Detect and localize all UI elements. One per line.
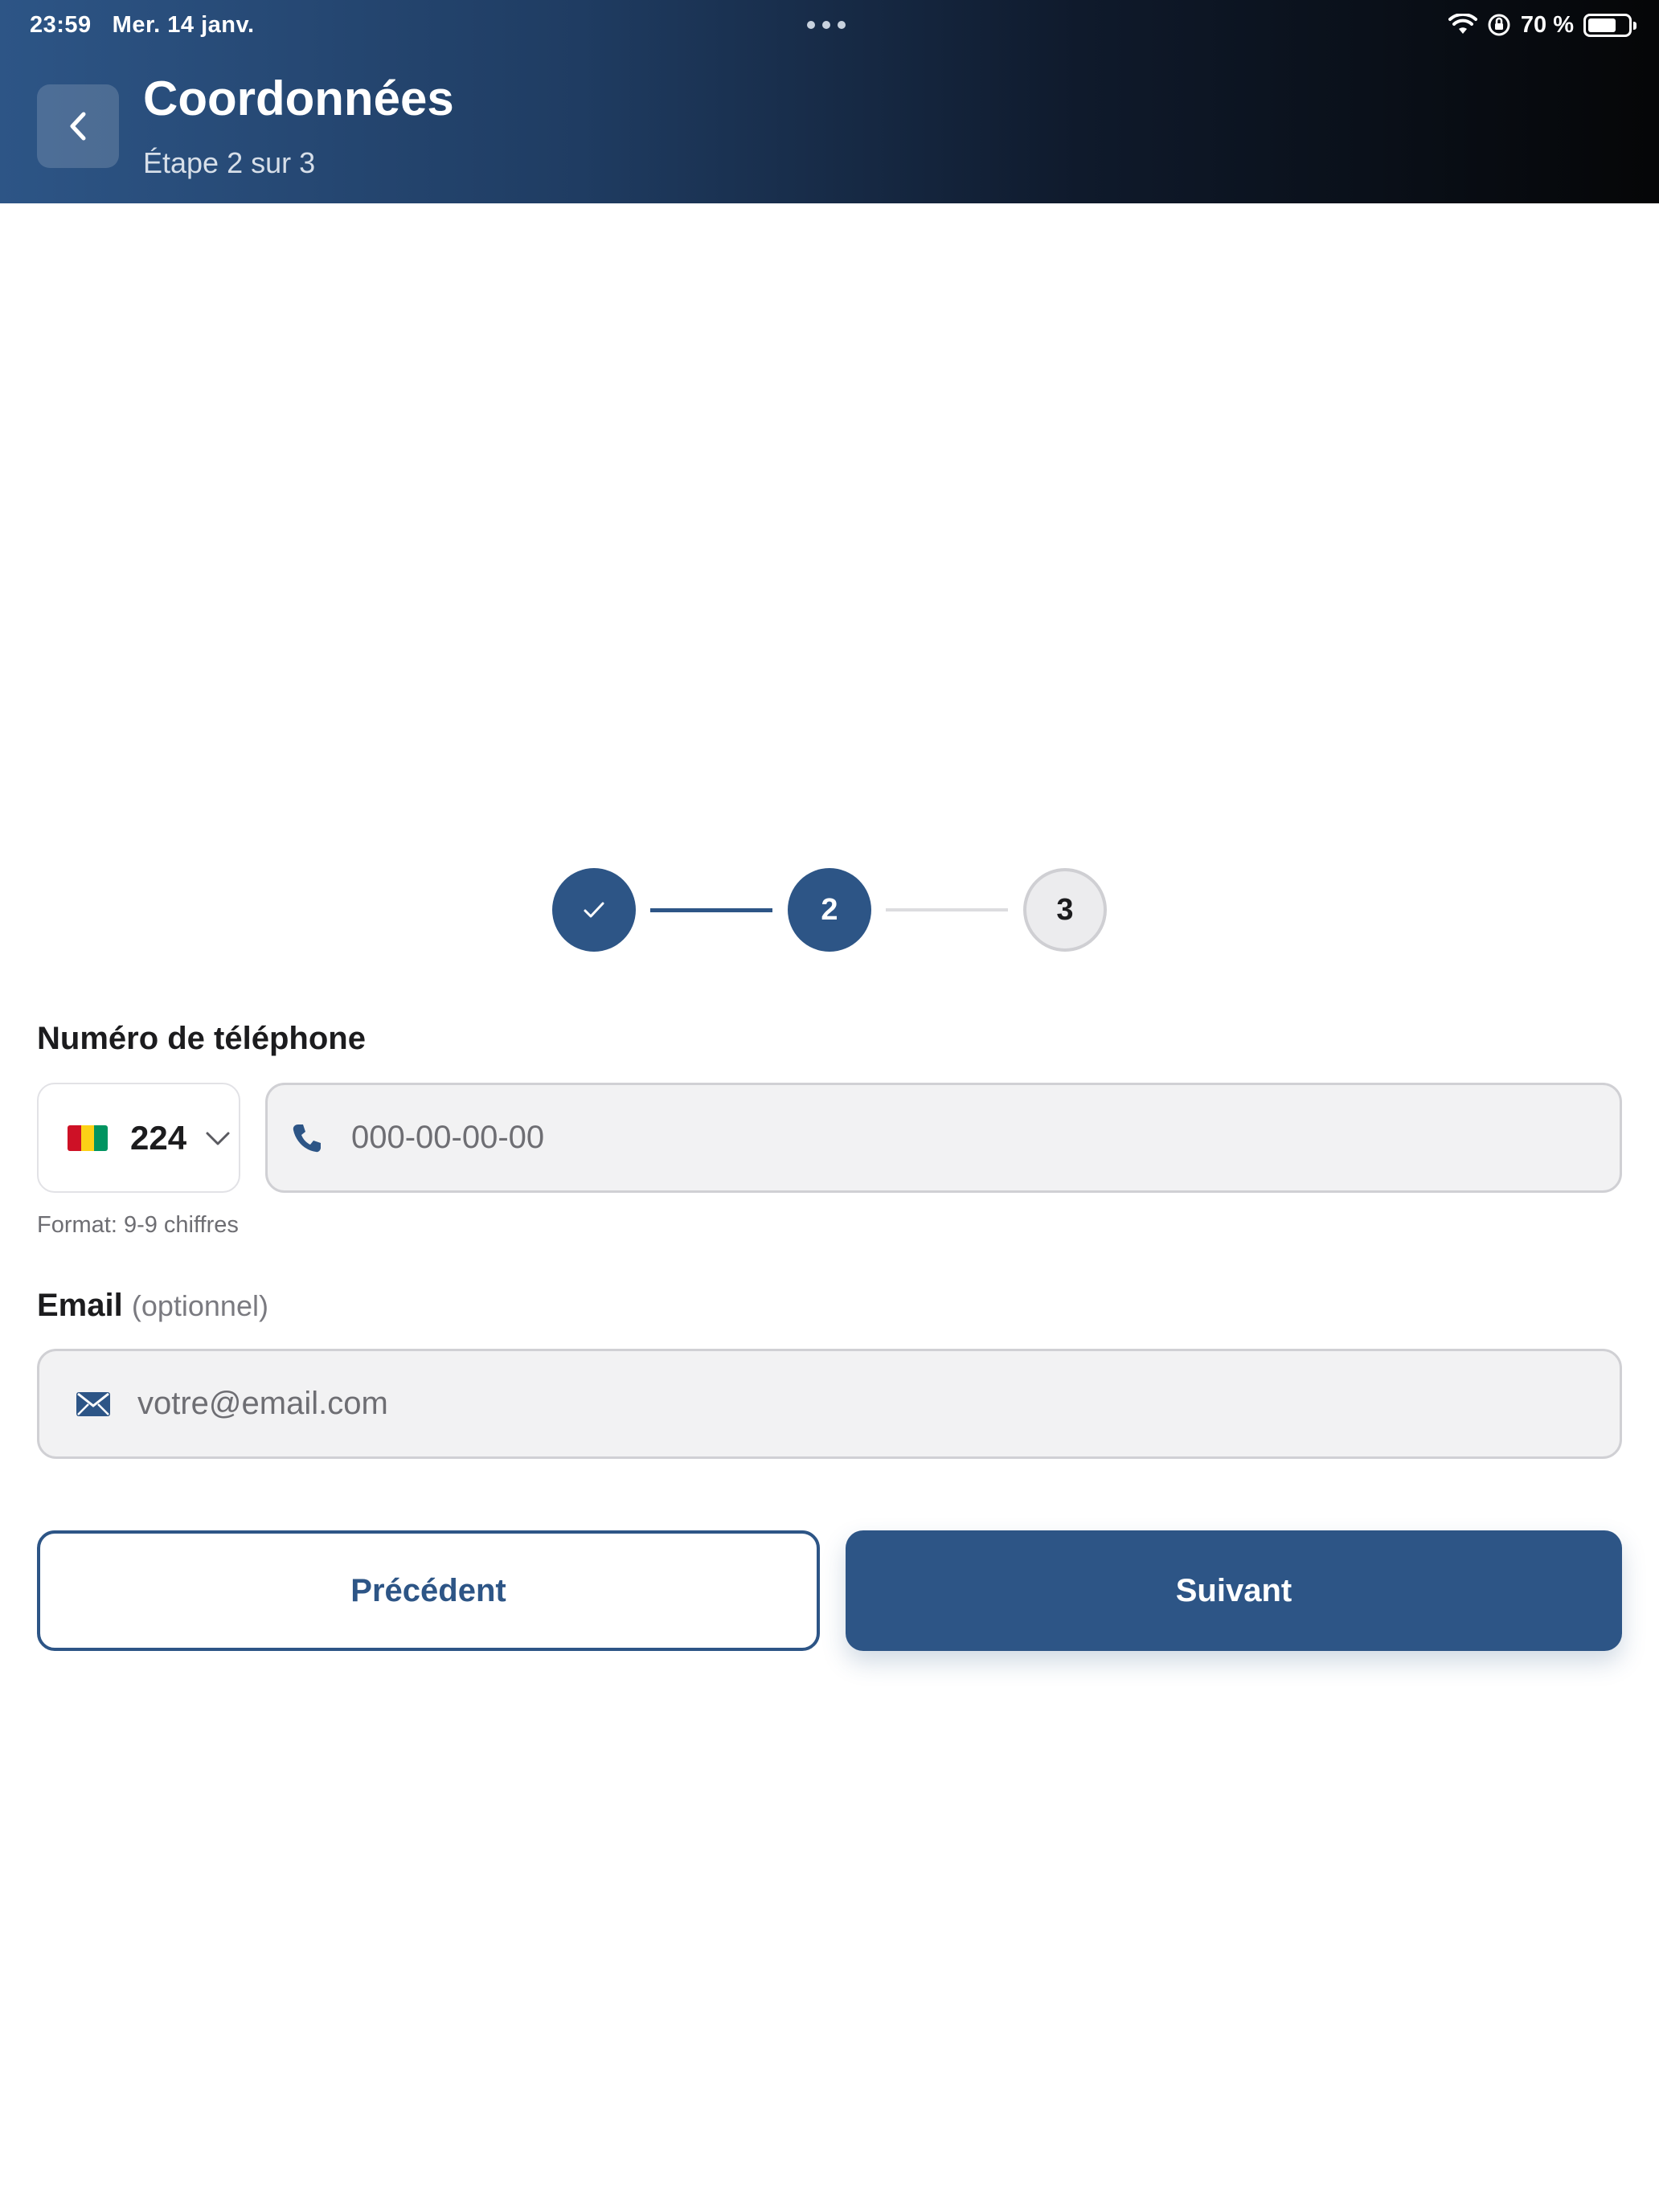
previous-button[interactable]: Précédent bbox=[37, 1530, 820, 1651]
step-3-pending: 3 bbox=[1023, 868, 1107, 952]
step-connector-2 bbox=[886, 908, 1008, 911]
email-input[interactable]: votre@email.com bbox=[37, 1349, 1622, 1459]
step-2-current: 2 bbox=[788, 868, 871, 952]
phone-format-hint: Format: 9-9 chiffres bbox=[37, 1212, 239, 1238]
email-label-text: Email bbox=[37, 1288, 123, 1323]
status-bar-left: 23:59 Mer. 14 janv. bbox=[30, 11, 255, 39]
multitasking-dots-icon[interactable] bbox=[807, 21, 846, 29]
battery-percent: 70 % bbox=[1520, 11, 1574, 38]
wifi-icon bbox=[1448, 14, 1477, 34]
step-connector-1 bbox=[650, 908, 772, 912]
phone-input[interactable]: 000-00-00-00 bbox=[265, 1083, 1622, 1193]
status-date: Mer. 14 janv. bbox=[112, 11, 255, 38]
chevron-down-icon bbox=[206, 1132, 230, 1145]
status-bar-right: 70 % bbox=[1448, 10, 1636, 40]
checkmark-icon bbox=[584, 902, 604, 918]
country-code-value: 224 bbox=[130, 1118, 187, 1157]
step-subtitle: Étape 2 sur 3 bbox=[143, 146, 316, 179]
phone-placeholder: 000-00-00-00 bbox=[351, 1120, 545, 1155]
chevron-left-icon bbox=[70, 112, 86, 141]
next-button[interactable]: Suivant bbox=[846, 1530, 1622, 1651]
phone-label: Numéro de téléphone bbox=[37, 1021, 366, 1056]
email-label: Email (optionnel) bbox=[37, 1288, 268, 1324]
envelope-icon bbox=[76, 1391, 110, 1416]
battery-icon bbox=[1583, 13, 1636, 37]
app-header: 23:59 Mer. 14 janv. 70 % Coordonnées Éta… bbox=[0, 0, 1659, 203]
country-code-select[interactable]: 224 bbox=[37, 1083, 240, 1193]
phone-icon bbox=[293, 1124, 321, 1152]
status-time: 23:59 bbox=[30, 11, 92, 38]
orientation-lock-icon bbox=[1488, 14, 1510, 36]
back-button[interactable] bbox=[37, 84, 119, 168]
step-1-complete bbox=[552, 868, 636, 952]
progress-stepper: 2 3 bbox=[0, 868, 1659, 952]
email-optional-text: (optionnel) bbox=[131, 1289, 268, 1322]
email-placeholder: votre@email.com bbox=[137, 1386, 388, 1421]
guinea-flag-icon bbox=[68, 1124, 108, 1151]
page-title: Coordonnées bbox=[143, 72, 454, 125]
